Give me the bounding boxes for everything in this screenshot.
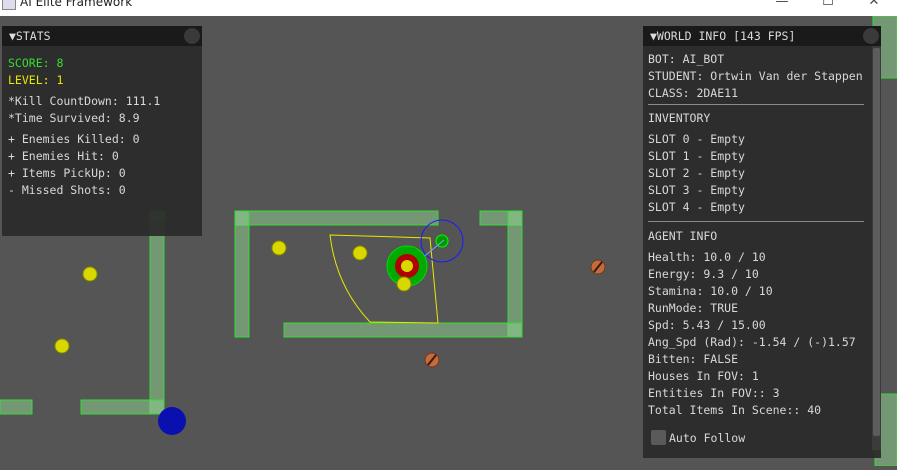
item <box>54 338 70 354</box>
house-wall <box>507 210 523 338</box>
wall <box>80 399 165 415</box>
inventory-slot: SLOT 0 - Empty <box>648 132 745 146</box>
wall <box>149 210 165 415</box>
inventory-slot: SLOT 1 - Empty <box>648 149 745 163</box>
separator <box>648 221 864 222</box>
close-icon[interactable] <box>863 28 879 44</box>
agent-stamina: Stamina: 10.0 / 10 <box>648 284 773 298</box>
scrollbar-thumb[interactable] <box>873 48 880 436</box>
agent-angular-speed: Ang_Spd (Rad): -1.54 / (-)1.57 <box>648 335 856 349</box>
item <box>271 240 287 256</box>
blue-entity <box>158 407 186 435</box>
missed-shots: - Missed Shots: 0 <box>8 183 126 197</box>
enemy <box>590 259 606 275</box>
close-icon[interactable] <box>184 28 200 44</box>
house-wall <box>234 210 439 226</box>
world-info-scrollbar[interactable] <box>872 46 881 450</box>
agent-runmode: RunMode: TRUE <box>648 301 739 315</box>
inventory-slot: SLOT 4 - Empty <box>648 200 745 214</box>
score-label: SCORE: 8 <box>8 56 64 70</box>
auto-follow-checkbox[interactable] <box>651 430 666 445</box>
agent-center <box>401 260 413 272</box>
world-info-header[interactable]: ▼WORLD INFO [143 FPS] <box>643 26 881 46</box>
items-pickup: + Items PickUp: 0 <box>8 166 126 180</box>
stats-panel: ▼STATS SCORE: 8 LEVEL: 1 *Kill CountDown… <box>2 26 202 236</box>
agent-bitten: Bitten: FALSE <box>648 352 739 366</box>
enemies-killed: + Enemies Killed: 0 <box>8 132 140 146</box>
agent-info-title: AGENT INFO <box>648 229 718 243</box>
class-name: CLASS: 2DAE11 <box>648 86 739 100</box>
enemies-hit: + Enemies Hit: 0 <box>8 149 119 163</box>
enemy <box>424 352 440 368</box>
bot-name: BOT: AI_BOT <box>648 52 725 66</box>
auto-follow-label: Auto Follow <box>669 431 746 445</box>
window-titlebar: AI Elite Framework — ☐ ✕ <box>0 0 897 16</box>
agent-speed: Spd: 5.43 / 15.00 <box>648 318 766 332</box>
agent-energy: Energy: 9.3 / 10 <box>648 267 759 281</box>
houses-in-fov: Houses In FOV: 1 <box>648 369 759 383</box>
level-label: LEVEL: 1 <box>8 73 64 87</box>
inventory-slot: SLOT 3 - Empty <box>648 183 745 197</box>
maximize-button[interactable]: ☐ <box>805 0 851 14</box>
agent-health: Health: 10.0 / 10 <box>648 250 766 264</box>
entities-in-fov: Entities In FOV:: 3 <box>648 386 780 400</box>
wall <box>0 399 33 415</box>
item <box>82 266 98 282</box>
stats-panel-title: ▼STATS <box>9 29 51 43</box>
separator <box>648 104 864 105</box>
item <box>396 276 412 292</box>
close-button[interactable]: ✕ <box>851 0 897 14</box>
world-info-title: ▼WORLD INFO [143 FPS] <box>650 29 796 43</box>
kill-countdown: *Kill CountDown: 111.1 <box>8 94 161 108</box>
world-info-panel: ▼WORLD INFO [143 FPS] BOT: AI_BOT STUDEN… <box>643 26 881 458</box>
inventory-title: INVENTORY <box>648 111 711 125</box>
inventory-slot: SLOT 2 - Empty <box>648 166 745 180</box>
item <box>352 245 368 261</box>
minimize-button[interactable]: — <box>759 0 805 14</box>
house-wall <box>283 322 523 338</box>
house-wall <box>234 210 250 338</box>
student-name: STUDENT: Ortwin Van der Stappen <box>648 69 863 83</box>
app-icon <box>2 0 16 10</box>
stats-panel-header[interactable]: ▼STATS <box>2 26 202 46</box>
time-survived: *Time Survived: 8.9 <box>8 111 140 125</box>
total-items: Total Items In Scene:: 40 <box>648 403 822 417</box>
window-title: AI Elite Framework <box>20 0 133 9</box>
